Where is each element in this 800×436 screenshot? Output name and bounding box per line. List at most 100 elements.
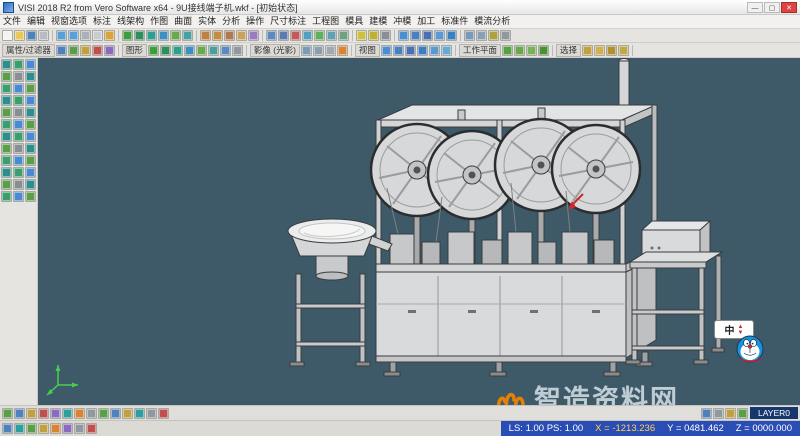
extend-icon[interactable] [25,107,36,118]
tracking-icon[interactable] [98,408,109,419]
menu-item-15[interactable]: 加工 [414,15,438,28]
select-single-icon[interactable] [582,45,593,56]
toolbar-group-label[interactable]: 影像 (光影) [250,44,300,57]
zoom-out-icon[interactable] [410,30,421,41]
select-all-icon[interactable] [618,45,629,56]
menu-item-3[interactable]: 标注 [90,15,114,28]
shaded-icon[interactable] [301,45,312,56]
polar-icon[interactable] [86,408,97,419]
lock-icon[interactable] [80,45,91,56]
revolve-solid-icon[interactable] [1,155,12,166]
arc-tool-icon[interactable] [184,45,195,56]
menu-item-5[interactable]: 作图 [147,15,171,28]
filter-icon[interactable] [56,45,67,56]
pan-icon[interactable] [434,30,445,41]
print-icon[interactable] [38,30,49,41]
union-icon[interactable] [13,167,24,178]
select-icon[interactable] [1,59,12,70]
workplane-xy-icon[interactable] [502,45,513,56]
view-front-icon[interactable] [393,45,404,56]
layer-indicator[interactable]: LAYER0 [750,407,798,419]
menu-item-12[interactable]: 模具 [342,15,366,28]
section-icon[interactable] [1,191,12,202]
mirror-geo-icon[interactable] [25,119,36,130]
fillet-geo-icon[interactable] [1,119,12,130]
workplane-xz-icon[interactable] [514,45,525,56]
extrude-icon[interactable] [200,30,211,41]
sketch-circle-icon[interactable] [1,95,12,106]
color-bar-icon[interactable] [62,423,73,434]
shaded-view-icon[interactable] [464,30,475,41]
menu-item-2[interactable]: 视窗选项 [48,15,90,28]
toolbar-group-label[interactable]: 属性/过滤器 [2,44,55,57]
menu-item-16[interactable]: 标准件 [438,15,471,28]
boolean-icon[interactable] [248,30,259,41]
zoom-all-icon[interactable] [441,45,452,56]
close-button[interactable]: ✕ [781,2,797,13]
mirror-icon[interactable] [302,30,313,41]
revolve-icon[interactable] [212,30,223,41]
new-file-icon[interactable] [2,30,13,41]
open-file-icon[interactable] [14,30,25,41]
line-icon[interactable] [134,30,145,41]
select-chain-icon[interactable] [606,45,617,56]
hidden-line-icon[interactable] [325,45,336,56]
menu-item-8[interactable]: 分析 [219,15,243,28]
menu-item-1[interactable]: 编辑 [24,15,48,28]
machine-3d-model[interactable] [38,58,800,405]
rotate-geo-icon[interactable] [25,131,36,142]
toolbar-group-label[interactable]: 选择 [556,44,581,57]
copy-geo-icon[interactable] [13,131,24,142]
menu-item-0[interactable]: 文件 [0,15,24,28]
layers-panel-icon[interactable] [25,71,36,82]
redo-icon[interactable] [68,30,79,41]
ortho-icon[interactable] [74,408,85,419]
undo-icon[interactable] [56,30,67,41]
zoom-view-icon[interactable] [1,71,12,82]
move-geo-icon[interactable] [1,131,12,142]
view-side-icon[interactable] [405,45,416,56]
dimension-tool-icon[interactable] [25,179,36,190]
chamfer-icon[interactable] [278,30,289,41]
sketch-rect-icon[interactable] [13,95,24,106]
workplane-indicator-icon[interactable] [737,408,748,419]
sweep-icon[interactable] [224,30,235,41]
circle-tool-icon[interactable] [196,45,207,56]
view-cube-icon[interactable] [701,408,712,419]
render-mode-icon[interactable] [86,423,97,434]
text-tool-icon[interactable] [232,45,243,56]
settings-icon[interactable] [500,30,511,41]
annotation-icon[interactable] [158,408,169,419]
layer-manager-icon[interactable] [725,408,736,419]
coord-system-icon[interactable] [2,423,13,434]
line-tool-icon[interactable] [160,45,171,56]
trim-geo-icon[interactable] [13,107,24,118]
measure-tool-icon[interactable] [13,179,24,190]
menu-item-10[interactable]: 尺寸标注 [267,15,309,28]
transparency-icon[interactable] [134,408,145,419]
copy-icon[interactable] [92,30,103,41]
text-icon[interactable] [380,30,391,41]
zoom-fit-icon[interactable] [422,30,433,41]
spline-icon[interactable] [182,30,193,41]
display-mode-icon[interactable] [713,408,724,419]
wcs-toggle-icon[interactable] [50,423,61,434]
rotate-view-icon[interactable] [25,59,36,70]
offset-icon[interactable] [1,107,12,118]
selection-cycling-icon[interactable] [146,408,157,419]
measure-icon[interactable] [356,30,367,41]
wcs-icon[interactable] [13,71,24,82]
color-icon[interactable] [92,45,103,56]
menu-item-14[interactable]: 冲模 [390,15,414,28]
snap-tangent-icon[interactable] [62,408,73,419]
wireframe-view-icon[interactable] [476,30,487,41]
snap-intersection-icon[interactable] [50,408,61,419]
menu-item-9[interactable]: 操作 [243,15,267,28]
extrude-solid-icon[interactable] [25,143,36,154]
view-rotate-icon[interactable] [446,30,457,41]
save-icon[interactable] [26,30,37,41]
zoom-in-icon[interactable] [398,30,409,41]
cut-icon[interactable] [80,30,91,41]
loft-icon[interactable] [25,155,36,166]
zoom-window-icon[interactable] [429,45,440,56]
